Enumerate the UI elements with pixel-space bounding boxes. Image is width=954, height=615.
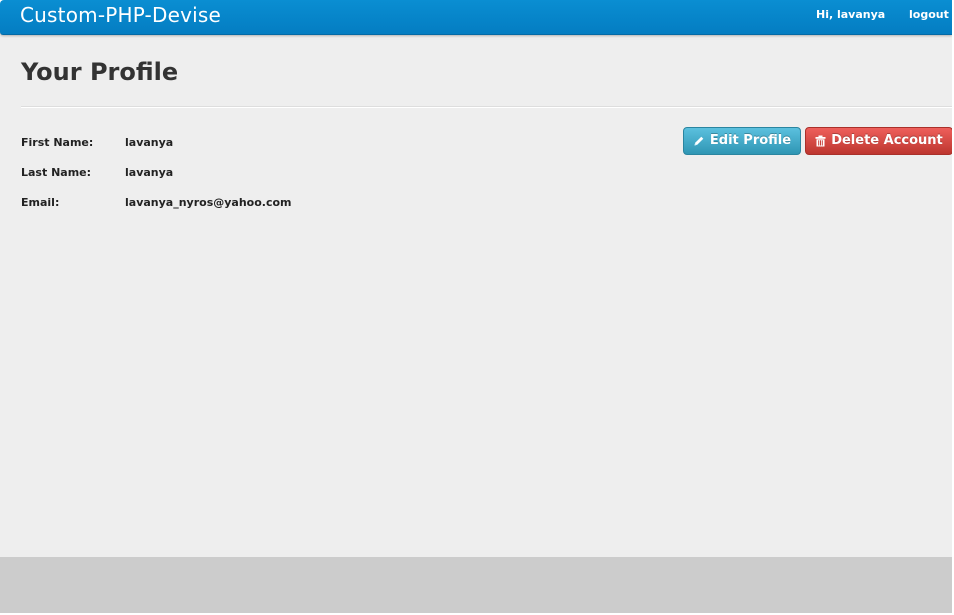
title-divider [21, 106, 952, 108]
page-title: Your Profile [21, 58, 179, 86]
logout-link[interactable]: logout [909, 8, 949, 22]
user-greeting: Hi, lavanya [816, 8, 886, 21]
edit-profile-label: Edit Profile [709, 133, 792, 148]
navbar: Custom-PHP-Devise Hi, lavanya logout [0, 0, 952, 35]
first-name-value: lavanya [125, 136, 174, 149]
email-value: lavanya_nyros@yahoo.com [125, 196, 292, 209]
last-name-label: Last Name: [21, 166, 92, 179]
trash-icon [815, 135, 826, 147]
email-label: Email: [21, 196, 60, 209]
first-name-label: First Name: [21, 136, 94, 149]
page: Custom-PHP-Devise Hi, lavanya logout You… [0, 0, 952, 613]
last-name-value: lavanya [125, 166, 174, 179]
brand-link[interactable]: Custom-PHP-Devise [20, 3, 221, 27]
pencil-icon [693, 135, 705, 147]
edit-profile-button[interactable]: Edit Profile [683, 127, 801, 155]
delete-account-label: Delete Account [831, 133, 943, 148]
footer [0, 557, 952, 613]
delete-account-button[interactable]: Delete Account [805, 127, 952, 155]
